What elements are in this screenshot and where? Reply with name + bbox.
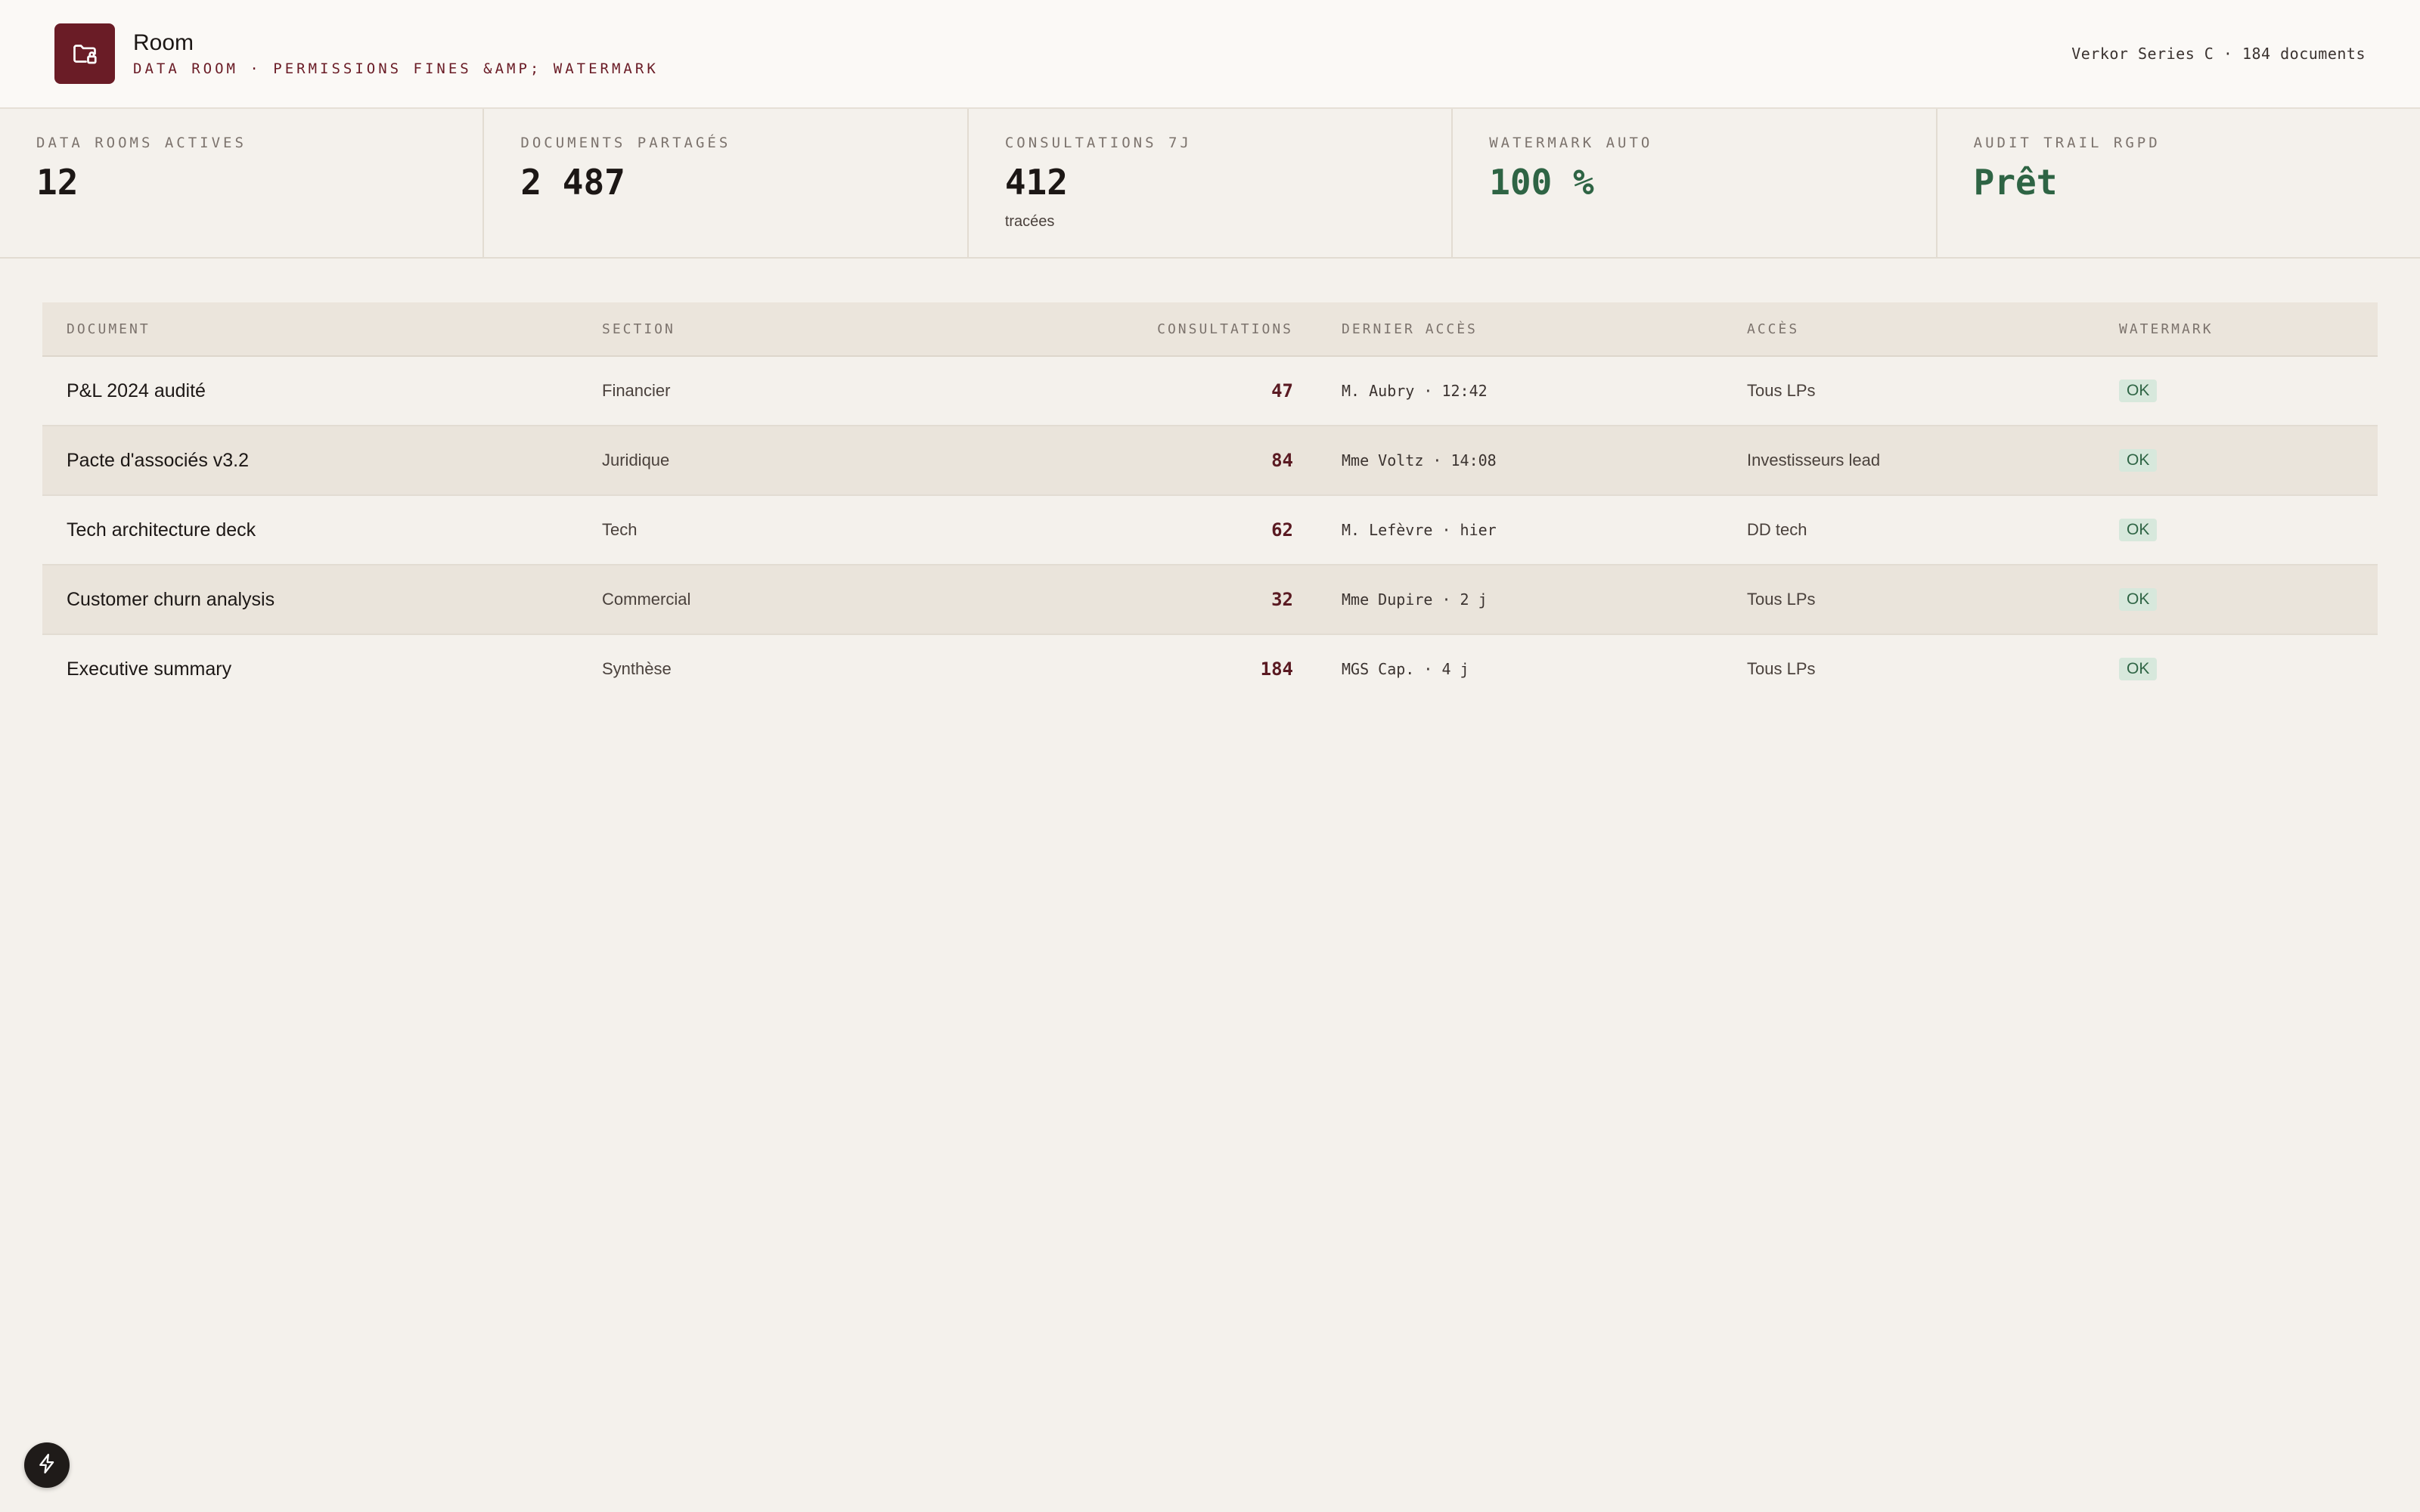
access-cell: Investisseurs lead xyxy=(1747,451,1881,469)
app-header: Room Data room · permissions fines &amp;… xyxy=(0,0,2420,109)
documents-table: Document Section Consultations Dernier a… xyxy=(42,302,2378,703)
stat-watermark: Watermark auto 100 % xyxy=(1453,109,1938,257)
document-name[interactable]: Pacte d'associés v3.2 xyxy=(67,450,249,471)
stat-label: Watermark auto xyxy=(1489,135,1653,151)
stat-data-rooms: Data rooms actives 12 xyxy=(0,109,485,257)
stat-note: tracées xyxy=(1004,213,1055,230)
watermark-status-badge: OK xyxy=(2119,658,2158,680)
stat-value: Prêt xyxy=(1973,162,2058,203)
table-header: Document Section Consultations Dernier a… xyxy=(42,302,2378,357)
section-cell: Financier xyxy=(602,381,671,400)
watermark-status-badge: OK xyxy=(2119,380,2158,402)
column-header-consultations[interactable]: Consultations xyxy=(1010,321,1293,337)
stat-value: 100 % xyxy=(1489,162,1594,203)
stats-bar: Data rooms actives 12 Documents partagés… xyxy=(0,109,2420,259)
last-access-cell: M. Lefèvre · hier xyxy=(1342,521,1497,539)
section-cell: Tech xyxy=(602,520,638,539)
last-access-cell: MGS Cap. · 4 j xyxy=(1342,660,1469,678)
last-access-cell: M. Aubry · 12:42 xyxy=(1342,382,1488,400)
table-row[interactable]: Executive summary Synthèse 184 MGS Cap. … xyxy=(42,635,2378,703)
folder-lock-icon[interactable] xyxy=(54,23,115,84)
stat-label: Documents partagés xyxy=(520,135,731,151)
column-header-document[interactable]: Document xyxy=(42,321,602,337)
section-cell: Juridique xyxy=(602,451,670,469)
access-cell: Tous LPs xyxy=(1747,590,1816,609)
stat-documents: Documents partagés 2 487 xyxy=(484,109,969,257)
access-cell: DD tech xyxy=(1747,520,1807,539)
section-cell: Commercial xyxy=(602,590,691,609)
access-cell: Tous LPs xyxy=(1747,659,1816,678)
consultations-cell: 84 xyxy=(1271,450,1293,471)
last-access-cell: Mme Voltz · 14:08 xyxy=(1342,451,1497,469)
section-cell: Synthèse xyxy=(602,659,672,678)
consultations-cell: 47 xyxy=(1271,380,1293,401)
quick-action-button[interactable] xyxy=(24,1442,70,1488)
column-header-watermark[interactable]: Watermark xyxy=(2119,321,2378,337)
document-name[interactable]: P&L 2024 audité xyxy=(67,380,206,401)
table-row[interactable]: P&L 2024 audité Financier 47 M. Aubry · … xyxy=(42,357,2378,426)
stat-label: Audit trail RGPD xyxy=(1973,135,2161,151)
stat-value: 2 487 xyxy=(520,162,625,203)
lightning-icon xyxy=(36,1452,58,1479)
table-row[interactable]: Pacte d'associés v3.2 Juridique 84 Mme V… xyxy=(42,426,2378,496)
stat-label: Data rooms actives xyxy=(36,135,247,151)
consultations-cell: 32 xyxy=(1271,589,1293,610)
stat-audit-trail: Audit trail RGPD Prêt xyxy=(1938,109,2420,257)
watermark-status-badge: OK xyxy=(2119,588,2158,611)
column-header-section[interactable]: Section xyxy=(602,321,1010,337)
column-header-last-access[interactable]: Dernier accès xyxy=(1293,321,1747,337)
consultations-cell: 184 xyxy=(1260,658,1293,680)
table-row[interactable]: Customer churn analysis Commercial 32 Mm… xyxy=(42,565,2378,635)
watermark-status-badge: OK xyxy=(2119,519,2158,541)
app-subtitle: Data room · permissions fines &amp; wate… xyxy=(133,60,659,77)
watermark-status-badge: OK xyxy=(2119,449,2158,472)
app-title: Room xyxy=(133,29,194,55)
document-name[interactable]: Customer churn analysis xyxy=(67,589,275,610)
access-cell: Tous LPs xyxy=(1747,381,1816,400)
stat-value: 412 xyxy=(1004,162,1068,203)
document-name[interactable]: Executive summary xyxy=(67,658,231,680)
stat-value: 12 xyxy=(36,162,79,203)
document-name[interactable]: Tech architecture deck xyxy=(67,519,256,541)
brand: Room Data room · permissions fines &amp;… xyxy=(54,23,659,84)
consultations-cell: 62 xyxy=(1271,519,1293,541)
column-header-access[interactable]: Accès xyxy=(1747,321,2119,337)
stat-consultations: Consultations 7j 412 tracées xyxy=(969,109,1454,257)
room-meta: Verkor Series C · 184 documents xyxy=(2071,45,2366,63)
stat-label: Consultations 7j xyxy=(1004,135,1192,151)
table-row[interactable]: Tech architecture deck Tech 62 M. Lefèvr… xyxy=(42,496,2378,565)
last-access-cell: Mme Dupire · 2 j xyxy=(1342,590,1488,609)
